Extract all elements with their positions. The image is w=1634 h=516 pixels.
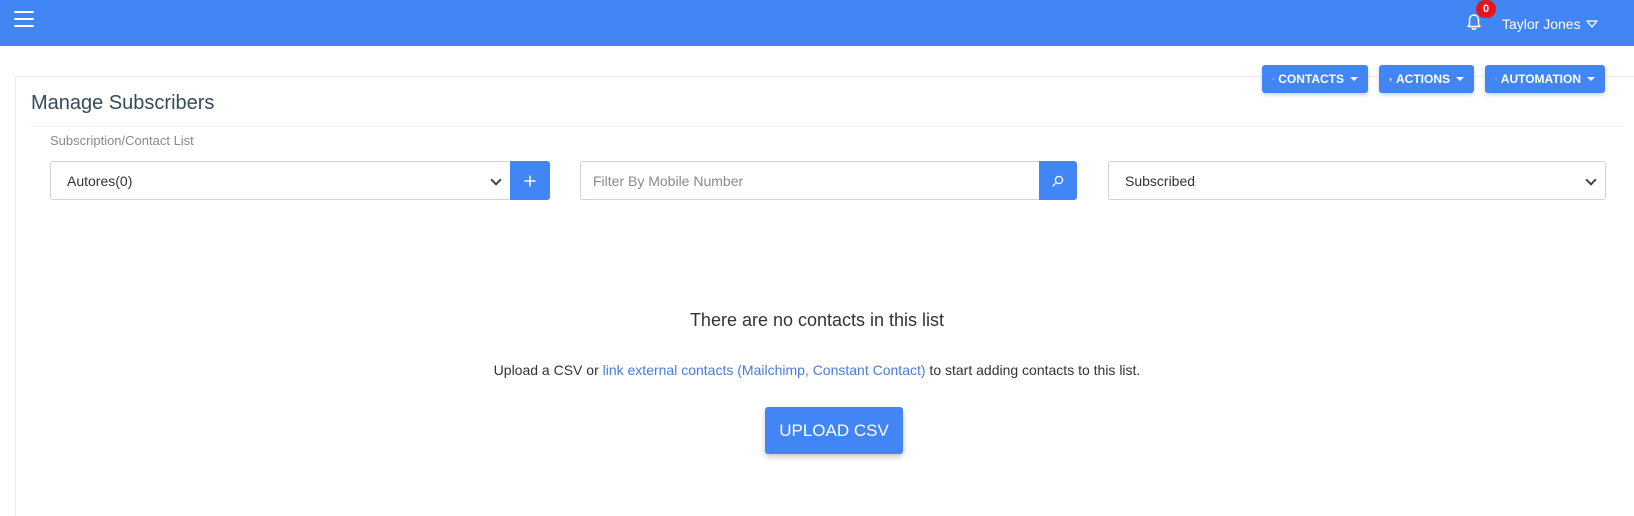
chevron-down-icon (1586, 20, 1598, 28)
user-menu[interactable]: Taylor Jones (1502, 16, 1598, 32)
notification-count-badge: 0 (1476, 0, 1496, 18)
empty-state-desc-suffix: to start adding contacts to this list. (926, 362, 1141, 378)
top-navbar: 0 Taylor Jones (0, 0, 1634, 46)
chevron-down-icon (490, 174, 501, 185)
plus-icon (1272, 74, 1274, 84)
mobile-number-filter-input[interactable] (580, 161, 1040, 200)
search-button[interactable] (1039, 161, 1077, 200)
actions-button[interactable]: ACTIONS (1379, 65, 1474, 93)
add-list-button[interactable] (510, 161, 550, 200)
contact-list-select-value: Autores(0) (67, 173, 132, 189)
bolt-icon (1389, 74, 1392, 85)
user-name: Taylor Jones (1502, 16, 1581, 32)
actions-button-label: ACTIONS (1396, 72, 1450, 86)
link-external-contacts-link[interactable]: link external contacts (Mailchimp, Const… (603, 362, 926, 378)
plus-icon (524, 175, 536, 187)
contact-list-select[interactable]: Autores(0) (50, 161, 511, 200)
empty-state-title: There are no contacts in this list (0, 310, 1634, 331)
page-title: Manage Subscribers (31, 92, 214, 115)
automation-button[interactable]: AUTOMATION (1485, 65, 1605, 93)
empty-state-description: Upload a CSV or link external contacts (… (0, 362, 1634, 378)
caret-down-icon (1350, 77, 1358, 81)
subscription-status-select-value: Subscribed (1125, 173, 1195, 189)
empty-state-desc-prefix: Upload a CSV or (494, 362, 603, 378)
upload-csv-button[interactable]: UPLOAD CSV (765, 407, 903, 454)
gear-icon (1495, 74, 1497, 84)
subscription-status-select[interactable]: Subscribed (1108, 161, 1606, 200)
contacts-button[interactable]: CONTACTS (1262, 65, 1368, 93)
chevron-down-icon (1585, 174, 1596, 185)
caret-down-icon (1587, 77, 1595, 81)
automation-button-label: AUTOMATION (1501, 72, 1581, 86)
subscription-list-label: Subscription/Contact List (50, 133, 194, 148)
search-icon (1052, 175, 1064, 187)
divider (31, 126, 1623, 127)
hamburger-menu-icon[interactable] (14, 11, 34, 27)
contacts-button-label: CONTACTS (1278, 72, 1344, 86)
caret-down-icon (1456, 77, 1464, 81)
